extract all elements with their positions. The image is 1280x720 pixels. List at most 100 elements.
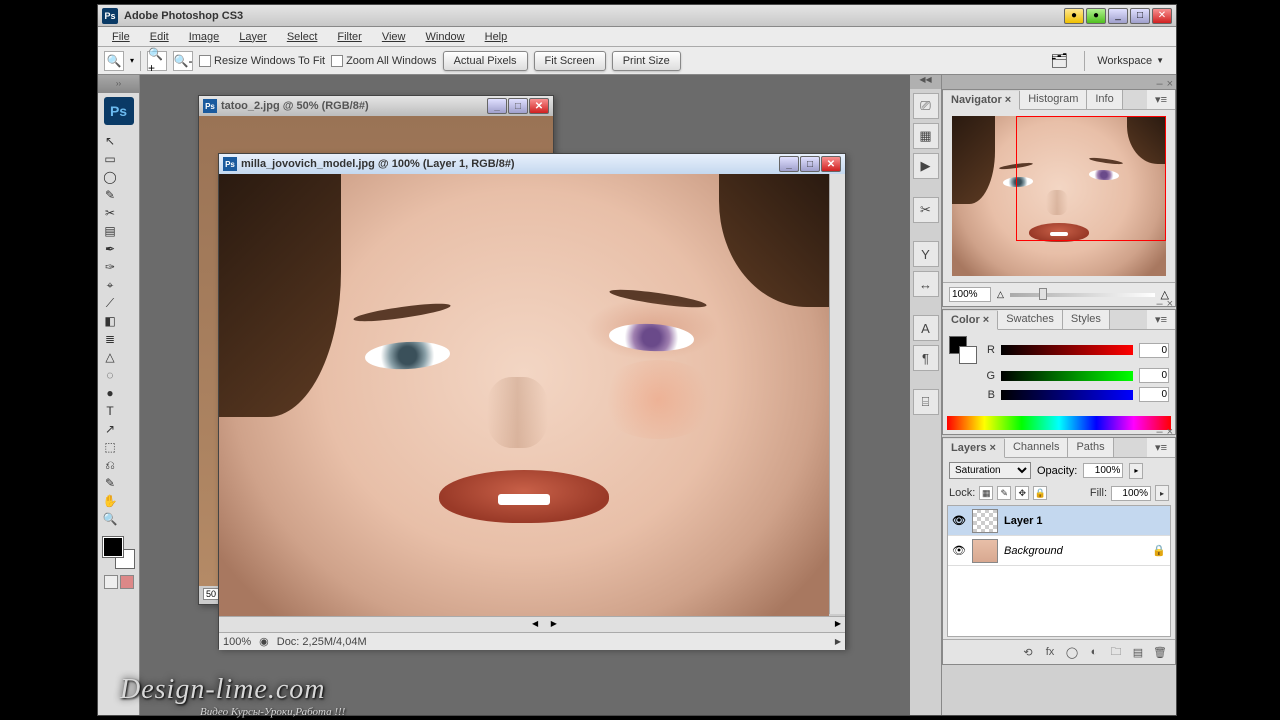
panel-collapse-icon[interactable]: – [1156, 426, 1162, 438]
document-titlebar[interactable]: Ps milla_jovovich_model.jpg @ 100% (Laye… [219, 154, 845, 174]
opacity-flyout-icon[interactable]: ▸ [1129, 463, 1143, 479]
horizontal-scrollbar[interactable]: ◀ ▶ ▶ [219, 616, 845, 632]
navigator-view-box[interactable] [1016, 116, 1166, 241]
layer-row[interactable]: 👁 Layer 1 [948, 506, 1170, 536]
navigator-zoom-input[interactable] [949, 287, 991, 302]
layer-visibility-icon[interactable]: 👁 [952, 544, 966, 558]
document-canvas[interactable] [219, 174, 829, 616]
color-spectrum-bar[interactable] [947, 416, 1171, 430]
layer-thumbnail[interactable] [972, 509, 998, 533]
brush-tool[interactable]: ✑ [102, 259, 118, 275]
status-arrow-icon[interactable]: ▶ [835, 637, 841, 646]
doc-close-button[interactable]: ✕ [821, 156, 841, 172]
path-select-tool[interactable]: ↗ [102, 421, 118, 437]
link-layers-icon[interactable]: ⟲ [1019, 644, 1037, 660]
layer-row[interactable]: 👁 Background 🔒 [948, 536, 1170, 566]
bg-color-well[interactable] [959, 346, 977, 364]
panel-icon-5[interactable]: Y [913, 241, 939, 267]
tab-paths[interactable]: Paths [1068, 438, 1113, 457]
zoom-in-icon[interactable]: 🔍+ [147, 51, 167, 71]
g-value-input[interactable] [1139, 368, 1169, 383]
fill-flyout-icon[interactable]: ▸ [1155, 485, 1169, 501]
panel-menu-icon[interactable]: ▾≡ [1147, 90, 1175, 109]
tab-histogram[interactable]: Histogram [1020, 90, 1087, 109]
layer-name[interactable]: Layer 1 [1004, 515, 1043, 527]
blur-tool[interactable]: △ [102, 349, 118, 365]
panel-icon-2[interactable]: ▦ [913, 123, 939, 149]
lock-pixels-icon[interactable]: ✎ [997, 486, 1011, 500]
opacity-input[interactable] [1083, 463, 1123, 478]
tab-styles[interactable]: Styles [1063, 310, 1110, 329]
menu-file[interactable]: File [104, 29, 138, 45]
standard-mode-icon[interactable] [104, 575, 118, 589]
status-icon[interactable]: ◉ [259, 635, 269, 648]
minimize-button[interactable]: _ [1108, 8, 1128, 24]
document-titlebar[interactable]: Ps tatoo_2.jpg @ 50% (RGB/8#) _ □ ✕ [199, 96, 553, 116]
panel-menu-icon[interactable]: ▾≡ [1147, 310, 1175, 329]
tool-preset-dropdown-icon[interactable]: ▾ [130, 56, 134, 65]
app-titlebar[interactable]: Ps Adobe Photoshop CS3 ● ● _ □ ✕ [98, 5, 1176, 27]
extra-button-2[interactable]: ● [1086, 8, 1106, 24]
tab-swatches[interactable]: Swatches [998, 310, 1063, 329]
vertical-scrollbar[interactable] [829, 174, 845, 614]
menu-help[interactable]: Help [477, 29, 516, 45]
layer-style-icon[interactable]: fx [1041, 644, 1059, 660]
panel-icon-6[interactable]: ↔ [913, 271, 939, 297]
lock-position-icon[interactable]: ✥ [1015, 486, 1029, 500]
layer-thumbnail[interactable] [972, 539, 998, 563]
doc-close-button[interactable]: ✕ [529, 98, 549, 114]
new-group-icon[interactable]: 🗀 [1107, 644, 1125, 660]
tab-channels[interactable]: Channels [1005, 438, 1068, 457]
layer-visibility-icon[interactable]: 👁 [952, 514, 966, 528]
history-brush-tool[interactable]: ⟋ [102, 295, 118, 311]
lasso-tool[interactable]: ◯ [102, 169, 118, 185]
panel-close-icon[interactable]: × [1167, 78, 1173, 90]
print-size-button[interactable]: Print Size [612, 51, 681, 71]
r-slider[interactable] [1001, 345, 1133, 355]
panel-collapse-icon[interactable]: – [1156, 298, 1162, 310]
go-to-bridge-icon[interactable]: 🗂 [1050, 52, 1068, 69]
doc-maximize-button[interactable]: □ [508, 98, 528, 114]
panel-collapse-icon[interactable]: – [1156, 78, 1162, 90]
zoom-all-windows-checkbox[interactable]: Zoom All Windows [331, 55, 436, 67]
close-button[interactable]: ✕ [1152, 8, 1172, 24]
resize-windows-checkbox[interactable]: Resize Windows To Fit [199, 55, 325, 67]
b-value-input[interactable] [1139, 387, 1169, 402]
panel-icon-9[interactable]: ⌸ [913, 389, 939, 415]
extra-button-1[interactable]: ● [1064, 8, 1084, 24]
menu-view[interactable]: View [374, 29, 414, 45]
tab-navigator[interactable]: Navigator × [943, 91, 1020, 110]
quick-mask-mode-icon[interactable] [120, 575, 134, 589]
blend-mode-select[interactable]: Saturation [949, 462, 1031, 479]
menu-select[interactable]: Select [279, 29, 326, 45]
slice-tool[interactable]: ▤ [102, 223, 118, 239]
adjustment-layer-icon[interactable]: ◐ [1085, 644, 1103, 660]
pen-tool[interactable]: ● [102, 385, 118, 401]
dock-grip[interactable]: ◀◀ [910, 75, 941, 89]
panel-icon-8[interactable]: ¶ [913, 345, 939, 371]
quick-select-tool[interactable]: ✎ [102, 187, 118, 203]
crop-tool[interactable]: ✂ [102, 205, 118, 221]
menu-layer[interactable]: Layer [231, 29, 275, 45]
doc-minimize-button[interactable]: _ [779, 156, 799, 172]
menu-window[interactable]: Window [418, 29, 473, 45]
maximize-button[interactable]: □ [1130, 8, 1150, 24]
layer-list[interactable]: 👁 Layer 1 👁 Background 🔒 [947, 505, 1171, 637]
eraser-tool[interactable]: ◧ [102, 313, 118, 329]
zoom-tool-icon[interactable]: 🔍 [104, 51, 124, 71]
eyedropper-tool[interactable]: ✎ [102, 475, 118, 491]
clone-stamp-tool[interactable]: ⌖ [102, 277, 118, 293]
move-tool[interactable]: ↖ [102, 133, 118, 149]
lock-transparency-icon[interactable]: ▦ [979, 486, 993, 500]
color-swatch-control[interactable] [103, 537, 135, 569]
g-slider[interactable] [1001, 371, 1133, 381]
zoom-value[interactable]: 100% [223, 636, 251, 648]
hand-tool[interactable]: ✋ [102, 493, 118, 509]
panel-close-icon[interactable]: × [1167, 298, 1173, 310]
doc-minimize-button[interactable]: _ [487, 98, 507, 114]
panel-icon-4[interactable]: ✂ [913, 197, 939, 223]
tab-color[interactable]: Color × [943, 311, 998, 330]
marquee-tool[interactable]: ▭ [102, 151, 118, 167]
new-layer-icon[interactable]: ▤ [1129, 644, 1147, 660]
navigator-thumbnail[interactable] [952, 116, 1166, 276]
